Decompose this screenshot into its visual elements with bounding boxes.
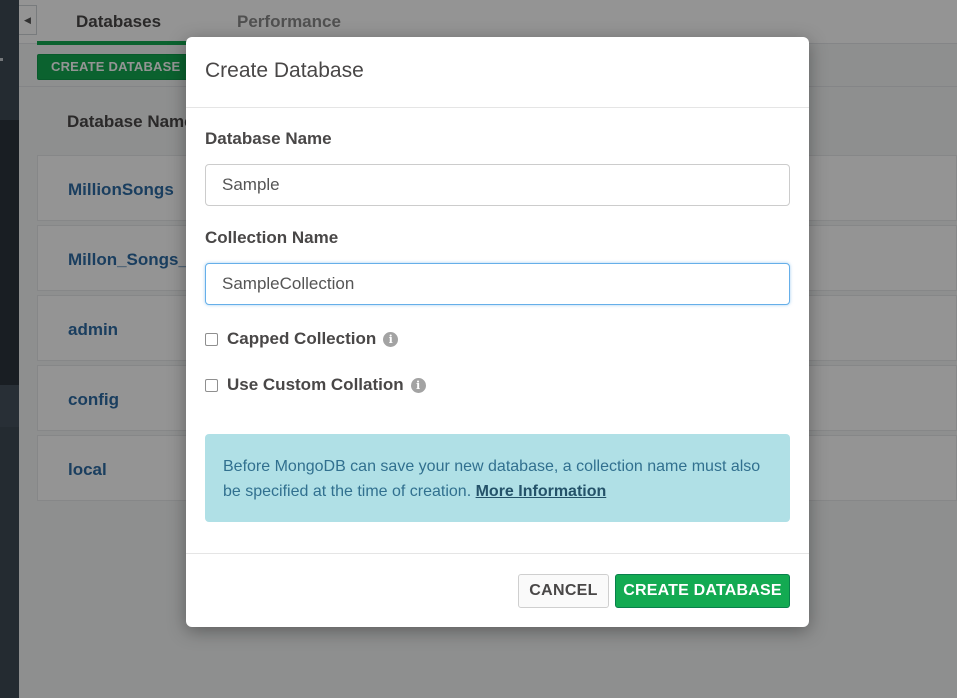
info-icon[interactable]: i [383,331,399,347]
collection-name-input[interactable] [205,263,790,305]
dialog-footer: CANCEL CREATE DATABASE [186,553,809,627]
capped-collection-checkbox[interactable] [205,332,218,346]
dialog-header: Create Database [186,37,809,108]
create-database-confirm-button[interactable]: CREATE DATABASE [615,574,790,608]
custom-collation-checkbox[interactable] [205,378,218,392]
dialog-title: Create Database [205,59,364,82]
collection-name-label: Collection Name [205,228,339,247]
info-banner: Before MongoDB can save your new databas… [205,434,790,522]
database-name-label: Database Name [205,129,332,148]
capped-collection-label[interactable]: Capped Collection [227,329,376,349]
create-database-dialog: Create Database Database Name Collection… [186,37,809,627]
info-icon[interactable]: i [410,377,426,393]
capped-collection-option: Capped Collection i [205,329,399,349]
more-information-link[interactable]: More Information [476,483,607,500]
cancel-button[interactable]: CANCEL [518,574,609,608]
custom-collation-option: Use Custom Collation i [205,375,426,395]
custom-collation-label[interactable]: Use Custom Collation [227,375,404,395]
database-name-input[interactable] [205,164,790,206]
